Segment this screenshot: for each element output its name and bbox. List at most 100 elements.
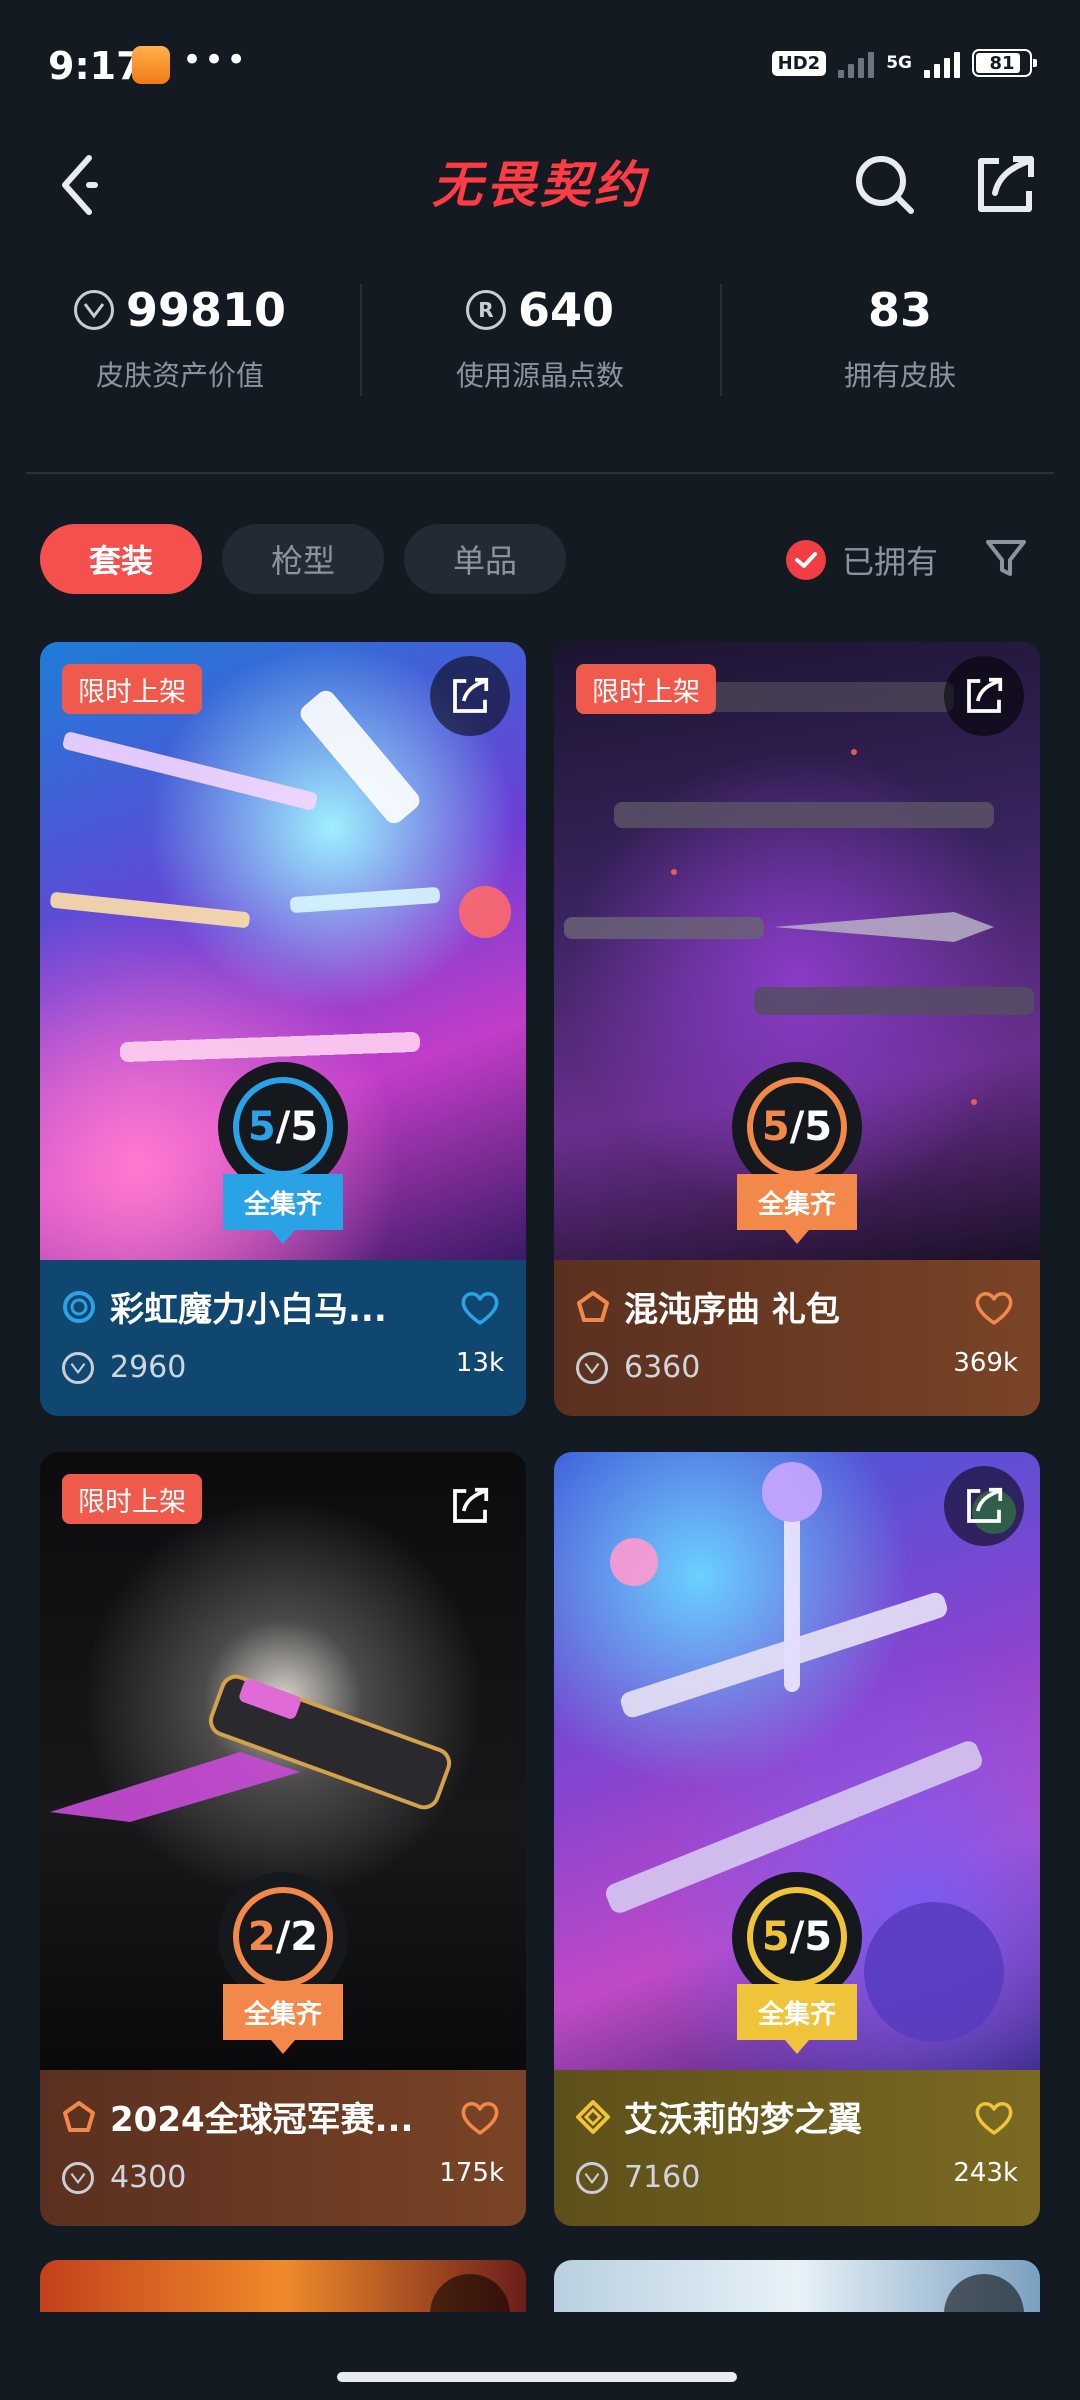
bundle-artwork: 限时上架 5/5 全集齐 bbox=[40, 642, 526, 1260]
bundle-name: 艾沃莉的梦之翼 bbox=[624, 2100, 862, 2140]
stat-skin-value: 99810 皮肤资产价值 bbox=[0, 270, 360, 420]
progress-separator: / bbox=[275, 1914, 291, 1960]
progress-separator: / bbox=[789, 1104, 805, 1150]
bundle-card-partial[interactable] bbox=[40, 2260, 526, 2320]
collection-progress: 2/2 全集齐 bbox=[218, 1872, 348, 2062]
battery-level: 81 bbox=[989, 52, 1015, 74]
v-coin-icon bbox=[73, 290, 114, 330]
progress-total: 2 bbox=[290, 1914, 319, 1960]
progress-separator: / bbox=[789, 1914, 805, 1960]
like-button[interactable] bbox=[974, 2100, 1014, 2140]
v-coin-icon bbox=[576, 2161, 608, 2194]
like-button[interactable] bbox=[460, 1290, 500, 1330]
stats-summary: 99810 皮肤资产价值 R 640 使用源晶点数 83 拥有皮肤 bbox=[0, 270, 1080, 420]
progress-label: 全集齐 bbox=[757, 1999, 836, 2030]
share-icon bbox=[967, 677, 1003, 713]
stat-value: 99810 bbox=[125, 283, 287, 337]
signal-icon-sim2 bbox=[924, 48, 960, 78]
collection-progress: 5/5 全集齐 bbox=[732, 1062, 862, 1252]
home-indicator[interactable] bbox=[337, 2372, 737, 2382]
progress-owned: 5 bbox=[761, 1104, 790, 1150]
limited-time-badge: 限时上架 bbox=[62, 1474, 202, 1524]
progress-total: 5 bbox=[804, 1104, 833, 1150]
bundle-price: 2960 bbox=[110, 1350, 187, 1385]
like-button[interactable] bbox=[460, 2100, 500, 2140]
share-icon bbox=[978, 156, 1034, 212]
checkmark-icon bbox=[786, 540, 826, 580]
card-share-button[interactable] bbox=[430, 656, 510, 736]
stat-value: 640 bbox=[517, 283, 615, 337]
share-icon bbox=[453, 1487, 489, 1523]
status-time: 9:17 bbox=[48, 44, 143, 88]
search-button[interactable] bbox=[840, 140, 930, 230]
card-share-button[interactable] bbox=[944, 1466, 1024, 1546]
stat-label: 皮肤资产价值 bbox=[95, 359, 264, 392]
limited-time-badge: 限时上架 bbox=[576, 664, 716, 714]
progress-ribbon: 全集齐 bbox=[737, 1174, 857, 1230]
bottom-bar-background bbox=[0, 2312, 1080, 2400]
progress-total: 5 bbox=[804, 1914, 833, 1960]
stat-radianite-points: R 640 使用源晶点数 bbox=[360, 270, 720, 420]
bundle-card[interactable]: 5/5 全集齐 艾沃莉的梦之翼 7160 243k bbox=[554, 1452, 1040, 2226]
heart-icon bbox=[461, 1292, 499, 1325]
bundle-card[interactable]: 限时上架 5/5 全集齐 彩虹魔力小白马... 2960 13k bbox=[40, 642, 526, 1416]
bundle-info: 混沌序曲 礼包 6360 369k bbox=[554, 1260, 1040, 1416]
bundle-artwork: 限时上架 5/5 全集齐 bbox=[554, 642, 1040, 1260]
progress-label: 全集齐 bbox=[757, 1189, 836, 1220]
bundle-card[interactable]: 限时上架 2/2 全集齐 2024全球冠军赛... 4300 175k bbox=[40, 1452, 526, 2226]
card-share-button[interactable] bbox=[944, 656, 1024, 736]
stat-owned-skins: 83 拥有皮肤 bbox=[720, 270, 1080, 420]
network-type: 5G bbox=[886, 52, 912, 73]
bundle-price: 4300 bbox=[110, 2160, 187, 2195]
section-divider bbox=[26, 472, 1054, 474]
progress-label: 全集齐 bbox=[243, 1189, 322, 1220]
tab-bundles[interactable]: 套装 bbox=[40, 524, 202, 594]
tier-pentagon-icon bbox=[63, 2100, 95, 2132]
filter-button[interactable] bbox=[976, 528, 1036, 588]
card-share-button[interactable] bbox=[430, 1466, 510, 1546]
owned-filter-label: 已拥有 bbox=[842, 543, 939, 581]
owned-filter-toggle[interactable]: 已拥有 bbox=[786, 530, 938, 590]
progress-ring: 5/5 bbox=[218, 1062, 348, 1192]
tier-swirl-icon bbox=[63, 1290, 95, 1323]
bundle-price: 7160 bbox=[624, 2160, 701, 2195]
more-notifications-icon: ••• bbox=[182, 40, 249, 80]
v-coin-icon bbox=[62, 1351, 94, 1384]
tab-single-items[interactable]: 单品 bbox=[404, 524, 566, 594]
bundle-info: 2024全球冠军赛... 4300 175k bbox=[40, 2070, 526, 2226]
progress-owned: 5 bbox=[247, 1104, 276, 1150]
progress-label: 全集齐 bbox=[243, 1999, 322, 2030]
progress-ring: 5/5 bbox=[732, 1062, 862, 1192]
bundle-name: 2024全球冠军赛... bbox=[110, 2100, 414, 2140]
tier-diamond-icon bbox=[576, 2099, 610, 2134]
like-button[interactable] bbox=[974, 1290, 1014, 1330]
share-button[interactable] bbox=[960, 140, 1050, 230]
progress-ribbon: 全集齐 bbox=[223, 1174, 343, 1230]
tier-pentagon-icon bbox=[577, 1290, 609, 1322]
progress-owned: 5 bbox=[761, 1914, 790, 1960]
progress-ring: 2/2 bbox=[218, 1872, 348, 2002]
share-icon bbox=[453, 677, 489, 713]
bundle-info: 艾沃莉的梦之翼 7160 243k bbox=[554, 2070, 1040, 2226]
stat-value: 83 bbox=[867, 283, 932, 337]
collection-progress: 5/5 全集齐 bbox=[218, 1062, 348, 1252]
tab-weapon-types[interactable]: 枪型 bbox=[222, 524, 384, 594]
collection-progress: 5/5 全集齐 bbox=[732, 1872, 862, 2062]
heart-icon bbox=[461, 2102, 499, 2135]
top-app-bar: 无畏契约 bbox=[0, 130, 1080, 240]
bundle-info: 彩虹魔力小白马... 2960 13k bbox=[40, 1260, 526, 1416]
notification-app-icon bbox=[132, 46, 170, 84]
bundle-artwork: 限时上架 2/2 全集齐 bbox=[40, 1452, 526, 2070]
limited-time-badge: 限时上架 bbox=[62, 664, 202, 714]
bundle-card-partial[interactable] bbox=[554, 2260, 1040, 2320]
bundle-price: 6360 bbox=[624, 1350, 701, 1385]
progress-ribbon: 全集齐 bbox=[223, 1984, 343, 2040]
stat-label: 使用源晶点数 bbox=[455, 359, 624, 392]
v-coin-icon bbox=[576, 1351, 608, 1384]
like-count: 243k bbox=[953, 2158, 1018, 2188]
v-coin-icon bbox=[62, 2161, 94, 2194]
bundle-card[interactable]: 限时上架 5/5 全集齐 混沌序曲 礼包 6360 369k bbox=[554, 642, 1040, 1416]
status-bar: 9:17 ••• HD2 5G 81 bbox=[0, 0, 1080, 130]
bundle-name: 混沌序曲 礼包 bbox=[624, 1290, 840, 1330]
r-coin-icon: R bbox=[465, 290, 506, 330]
